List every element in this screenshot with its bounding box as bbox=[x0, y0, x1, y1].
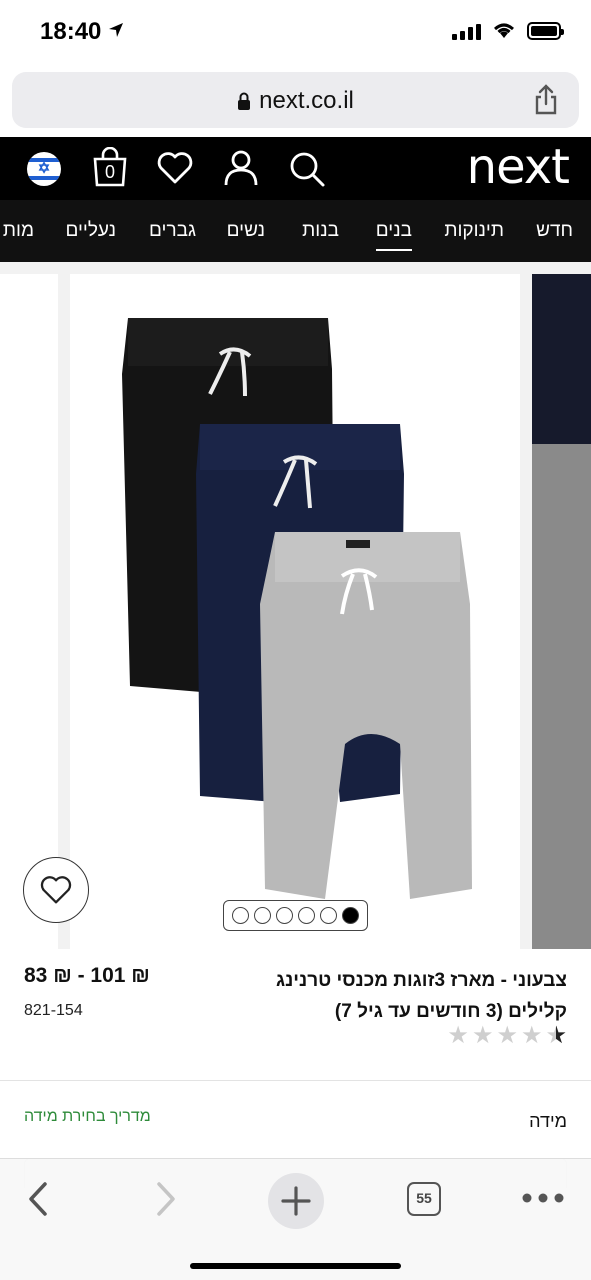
nav-item-shoes[interactable]: נעליים bbox=[65, 220, 116, 242]
category-nav: חדש תינוקות בנים בנות נשים גברים נעליים … bbox=[0, 200, 591, 262]
url-text: next.co.il bbox=[259, 87, 354, 114]
image-dot-4[interactable] bbox=[298, 907, 315, 924]
nav-item-boys[interactable]: בנים bbox=[375, 220, 413, 251]
divider bbox=[0, 1080, 591, 1081]
image-dot-6-active[interactable] bbox=[342, 907, 359, 924]
nav-item-new[interactable]: חדש bbox=[536, 220, 573, 242]
nav-item-women[interactable]: נשים bbox=[227, 220, 265, 242]
israel-flag-icon[interactable]: ✡ bbox=[27, 152, 61, 186]
new-tab-button[interactable] bbox=[268, 1173, 324, 1229]
star-icon: ★ bbox=[471, 1022, 494, 1049]
add-to-favourites-button[interactable] bbox=[23, 857, 89, 923]
bag-count: 0 bbox=[104, 162, 115, 182]
search-icon[interactable] bbox=[288, 150, 326, 188]
image-dot-2[interactable] bbox=[254, 907, 271, 924]
home-indicator bbox=[190, 1263, 401, 1269]
nav-item-girls[interactable]: בנות bbox=[302, 220, 339, 242]
nav-item-men[interactable]: גברים bbox=[149, 220, 196, 242]
lock-icon bbox=[238, 92, 251, 110]
image-dot-3[interactable] bbox=[276, 907, 293, 924]
previous-image-peek[interactable] bbox=[0, 274, 58, 949]
sweatpants-three-pack-image bbox=[122, 318, 472, 899]
status-bar: 18:40 bbox=[0, 0, 591, 62]
product-title: צבעוני - מארז 3זוגות מכנסי טרנינג קלילים… bbox=[276, 970, 567, 1022]
product-price: 83 ₪ - 101 ₪ bbox=[24, 964, 150, 987]
back-icon[interactable] bbox=[26, 1181, 50, 1217]
nav-item-more[interactable]: מות bbox=[3, 220, 34, 242]
next-image-peek[interactable] bbox=[532, 274, 591, 949]
account-user-icon[interactable] bbox=[223, 149, 259, 187]
shopping-bag-button[interactable]: 0 bbox=[92, 146, 128, 192]
half-star-icon: ★ bbox=[545, 1024, 567, 1049]
heart-icon bbox=[40, 876, 72, 904]
star-icon: ★ bbox=[520, 1022, 543, 1049]
address-bar[interactable]: next.co.il bbox=[12, 72, 579, 128]
cellular-signal-icon bbox=[452, 24, 481, 40]
clock: 18:40 bbox=[40, 18, 102, 45]
forward-icon[interactable] bbox=[154, 1181, 178, 1217]
next-logo[interactable]: next bbox=[467, 139, 570, 195]
nav-item-babies[interactable]: תינוקות bbox=[444, 220, 504, 242]
site-header: ✡ 0 next bbox=[0, 137, 591, 200]
product-image-gallery[interactable] bbox=[0, 262, 591, 949]
plus-icon bbox=[281, 1186, 311, 1216]
product-image[interactable] bbox=[70, 274, 520, 949]
browser-toolbar: 55 bbox=[0, 1158, 591, 1280]
product-sku: 821-154 bbox=[24, 1002, 83, 1019]
star-icon: ★ bbox=[496, 1022, 518, 1049]
size-label: מידה bbox=[529, 1111, 567, 1131]
location-arrow-icon bbox=[109, 23, 123, 37]
image-dot-1[interactable] bbox=[232, 907, 249, 924]
more-menu-icon[interactable] bbox=[522, 1193, 564, 1203]
star-icon: ★ bbox=[447, 1022, 469, 1049]
wifi-icon bbox=[494, 23, 514, 38]
tabs-button[interactable]: 55 bbox=[407, 1182, 441, 1216]
image-dot-5[interactable] bbox=[320, 907, 337, 924]
share-icon[interactable] bbox=[533, 84, 559, 116]
rating-stars[interactable]: ★ ★ ★ ★ ★ bbox=[447, 1022, 567, 1049]
wishlist-heart-icon[interactable] bbox=[157, 151, 193, 185]
battery-icon bbox=[527, 22, 564, 40]
image-pagination[interactable] bbox=[223, 900, 368, 931]
size-guide-link[interactable]: מדריך בחירת מידה bbox=[24, 1108, 151, 1126]
